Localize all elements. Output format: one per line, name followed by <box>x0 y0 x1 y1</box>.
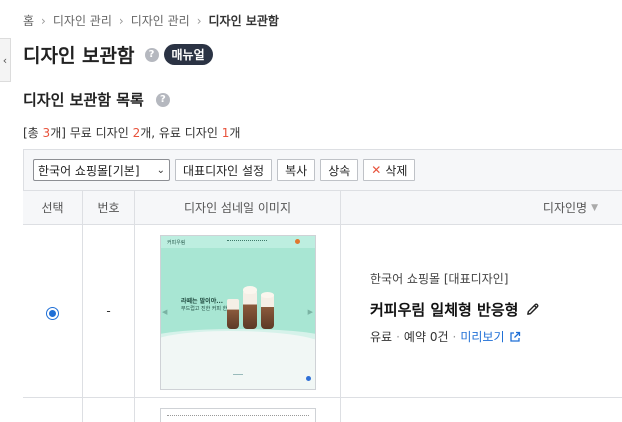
number-cell <box>82 398 134 422</box>
thumbnail-logo: 커피우림 <box>167 240 186 246</box>
number-cell: - <box>82 225 134 397</box>
table-row: - 커피우림 라떼는 말이야... 부드럽고 진한 커피 한 잔 ◀ ▶ 한국어 … <box>23 225 622 398</box>
chevron-down-icon: ⌄ <box>156 164 165 176</box>
design-thumbnail[interactable]: 커피우림 라떼는 말이야... 부드럽고 진한 커피 한 잔 ◀ ▶ <box>160 235 316 390</box>
summary-text: 개] 무료 디자인 <box>50 126 133 140</box>
thumbnail-cell <box>134 398 340 422</box>
design-info: 한국어 쇼핑몰 [대표디자인] 커피우림 일체형 반응형 유료 · 예약 0건 … <box>370 270 540 345</box>
header-design-name[interactable]: 디자인명 ▼ <box>340 191 622 224</box>
chevron-left-icon: ‹ <box>2 53 8 67</box>
separator-dot: · <box>396 329 400 344</box>
help-icon[interactable]: ? <box>155 92 170 107</box>
chevron-left-icon: ◀ <box>162 308 168 316</box>
shop-select[interactable]: 한국어 쇼핑몰[기본] ⌄ <box>33 159 170 181</box>
thumbnail-navbar: 커피우림 <box>161 236 315 248</box>
set-default-design-button[interactable]: 대표디자인 설정 <box>175 159 273 181</box>
thumbnail-headline: 라떼는 말이야... <box>181 298 224 305</box>
thumbnail-nav-links <box>227 240 267 242</box>
shop-select-value: 한국어 쇼핑몰[기본] <box>38 163 140 178</box>
list-toolbar: 한국어 쇼핑몰[기본] ⌄ 대표디자인 설정 복사 상속 ✕ 삭제 <box>23 149 622 191</box>
design-meta: 유료 · 예약 0건 · 미리보기 <box>370 328 540 345</box>
header-select: 선택 <box>41 201 64 215</box>
table-header: 선택 번호 디자인 섬네일 이미지 디자인명 ▼ <box>23 191 622 225</box>
chevron-right-icon: ▶ <box>307 308 313 316</box>
sort-down-icon: ▼ <box>591 202 598 213</box>
design-count-summary: [총 3개] 무료 디자인 2개, 유료 디자인 1개 <box>23 124 240 141</box>
summary-text: [총 <box>23 126 43 140</box>
thumbnail-cell: 커피우림 라떼는 말이야... 부드럽고 진한 커피 한 잔 ◀ ▶ <box>134 225 340 397</box>
header-thumbnail: 디자인 섬네일 이미지 <box>134 191 340 224</box>
whipped-cream-image <box>243 286 257 294</box>
close-icon: ✕ <box>371 163 382 177</box>
design-name-cell <box>340 398 622 422</box>
coffee-cup-image <box>261 295 274 329</box>
coffee-cup-image <box>227 299 239 329</box>
price-type: 유료 <box>370 330 393 344</box>
external-link-icon <box>509 331 521 343</box>
preview-link[interactable]: 미리보기 <box>460 328 520 345</box>
breadcrumb: 홈 › 디자인 관리 › 디자인 관리 › 디자인 보관함 <box>23 12 279 29</box>
page-header: 디자인 보관함 ? 매뉴얼 <box>23 41 213 68</box>
reservation-count: 예약 0건 <box>403 330 449 344</box>
coffee-cup-image <box>243 291 257 329</box>
scroll-indicator <box>233 374 243 375</box>
page-title: 디자인 보관함 <box>23 45 135 67</box>
thumbnail-wave <box>161 331 315 389</box>
design-name-cell: 한국어 쇼핑몰 [대표디자인] 커피우림 일체형 반응형 유료 · 예약 0건 … <box>340 225 622 397</box>
thumbnail-subline: 부드럽고 진한 커피 한 잔 <box>181 306 234 312</box>
row-number: - <box>106 304 111 318</box>
section-header: 디자인 보관함 목록 ? <box>23 89 170 110</box>
delete-button[interactable]: ✕ 삭제 <box>363 159 416 181</box>
thumbnail-utility-icons <box>295 239 309 244</box>
table-row <box>23 398 622 422</box>
help-icon[interactable]: ? <box>144 47 159 62</box>
sidebar-collapse-toggle[interactable]: ‹ <box>0 38 11 82</box>
breadcrumb-item-design-manage[interactable]: 디자인 관리 <box>53 12 112 29</box>
copy-button[interactable]: 복사 <box>277 159 316 181</box>
breadcrumb-item-design-manage-2[interactable]: 디자인 관리 <box>131 12 190 29</box>
design-name-row: 커피우림 일체형 반응형 <box>370 299 540 320</box>
thumbnail-hero-text: 라떼는 말이야... 부드럽고 진한 커피 한 잔 <box>181 298 233 313</box>
section-title: 디자인 보관함 목록 <box>23 91 144 109</box>
preview-label: 미리보기 <box>460 330 505 344</box>
header-design-name-label: 디자인명 <box>542 201 588 215</box>
inherit-button[interactable]: 상속 <box>320 159 359 181</box>
summary-text: 개 <box>229 126 241 140</box>
summary-text: 개, 유료 디자인 <box>140 126 222 140</box>
pencil-icon[interactable] <box>525 302 540 317</box>
row-radio[interactable] <box>46 307 59 320</box>
radio-checked-dot <box>49 310 56 317</box>
whipped-cream-image <box>261 292 274 298</box>
header-number: 번호 <box>82 191 134 224</box>
floating-button-dot <box>306 376 311 381</box>
select-cell <box>23 398 82 422</box>
chevron-right-icon: › <box>118 13 124 28</box>
design-thumbnail[interactable] <box>160 408 316 422</box>
delete-label: 삭제 <box>385 163 408 178</box>
manual-button[interactable]: 매뉴얼 <box>163 44 213 65</box>
design-name: 커피우림 일체형 반응형 <box>370 301 519 319</box>
chevron-right-icon: › <box>196 13 202 28</box>
select-cell <box>23 225 82 397</box>
shop-label: 한국어 쇼핑몰 [대표디자인] <box>370 272 509 286</box>
separator-dot: · <box>452 329 457 344</box>
breadcrumb-current: 디자인 보관함 <box>208 14 279 28</box>
breadcrumb-home[interactable]: 홈 <box>23 12 34 29</box>
chevron-right-icon: › <box>41 13 46 28</box>
